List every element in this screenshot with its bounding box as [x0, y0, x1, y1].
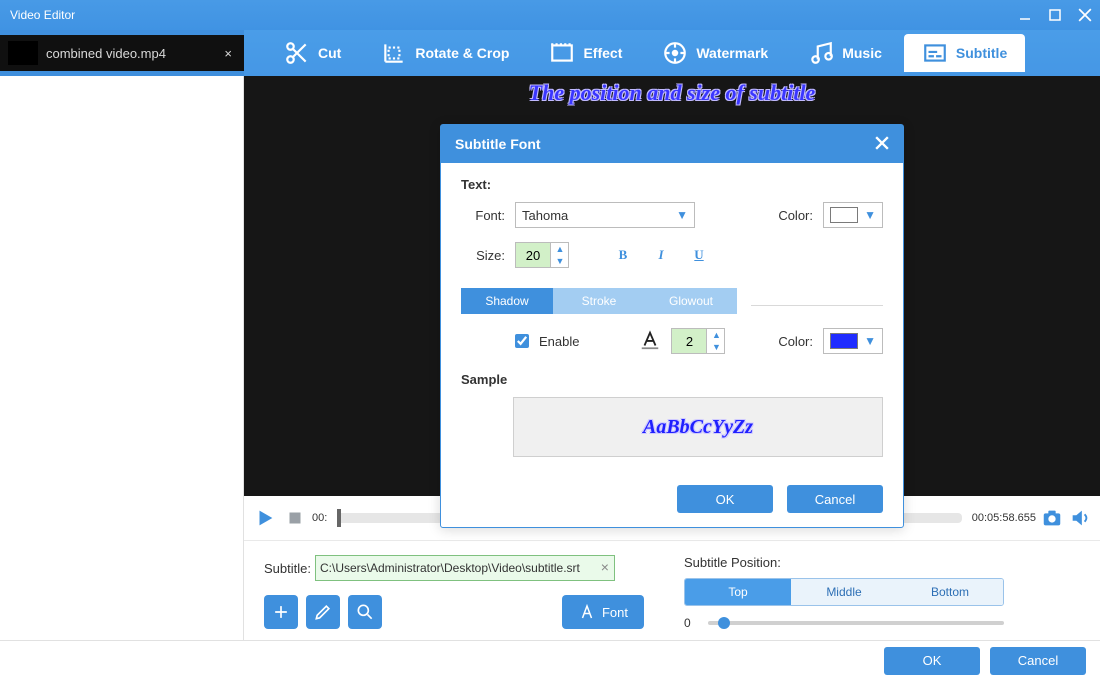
- text-color-dropdown[interactable]: ▼: [823, 202, 883, 228]
- chevron-down-icon: ▼: [864, 334, 876, 348]
- tab-rotate-crop[interactable]: Rotate & Crop: [363, 34, 527, 72]
- shadow-offset-input[interactable]: [672, 329, 706, 353]
- watermark-icon: [662, 40, 688, 66]
- shadow-offset-icon: [639, 329, 661, 354]
- minimize-button[interactable]: [1010, 0, 1040, 30]
- shadow-offset-spinner[interactable]: ▲ ▼: [671, 328, 725, 354]
- size-input[interactable]: [516, 243, 550, 267]
- size-label: Size:: [461, 248, 505, 263]
- font-label: Font:: [461, 208, 505, 223]
- modal-cancel-button[interactable]: Cancel: [787, 485, 883, 513]
- tab-subtitle[interactable]: Subtitle: [904, 34, 1025, 72]
- effect-glowout-tab[interactable]: Glowout: [645, 288, 737, 314]
- tab-cut[interactable]: Cut: [266, 34, 359, 72]
- sample-label: Sample: [461, 372, 883, 387]
- italic-button[interactable]: I: [647, 242, 675, 268]
- side-panel: [0, 76, 244, 640]
- modal-ok-button[interactable]: OK: [677, 485, 773, 513]
- modal-title-bar: Subtitle Font: [441, 125, 903, 163]
- scissors-icon: [284, 40, 310, 66]
- divider: [751, 305, 883, 306]
- title-bar: Video Editor: [0, 0, 1100, 30]
- cancel-button[interactable]: Cancel: [990, 647, 1086, 675]
- sample-text: AaBbCcYyZz: [643, 416, 753, 439]
- modal-title: Subtitle Font: [455, 136, 541, 152]
- text-color-label: Color:: [769, 208, 813, 223]
- ok-button[interactable]: OK: [884, 647, 980, 675]
- file-thumb: [8, 41, 38, 65]
- file-tab[interactable]: combined video.mp4 ×: [0, 35, 244, 71]
- effect-shadow-tab[interactable]: Shadow: [461, 288, 553, 314]
- modal-overlay: Subtitle Font Text: Font: Tahoma ▼ Color…: [244, 76, 1100, 640]
- bold-button[interactable]: B: [609, 242, 637, 268]
- size-spinner[interactable]: ▲ ▼: [515, 242, 569, 268]
- tab-music[interactable]: Music: [790, 34, 900, 72]
- modal-close-button[interactable]: [875, 136, 889, 153]
- file-tab-label: combined video.mp4: [46, 46, 220, 61]
- subtitle-icon: [922, 40, 948, 66]
- shadow-up-button[interactable]: ▲: [707, 329, 725, 341]
- underline-button[interactable]: U: [685, 242, 713, 268]
- tab-watermark[interactable]: Watermark: [644, 34, 786, 72]
- size-up-button[interactable]: ▲: [551, 243, 569, 255]
- subtitle-font-modal: Subtitle Font Text: Font: Tahoma ▼ Color…: [440, 124, 904, 528]
- close-button[interactable]: [1070, 0, 1100, 30]
- music-icon: [808, 40, 834, 66]
- shadow-down-button[interactable]: ▼: [707, 341, 725, 353]
- rotate-crop-icon: [381, 40, 407, 66]
- tab-effect[interactable]: Effect: [531, 34, 640, 72]
- shadow-color-swatch: [830, 333, 858, 349]
- effect-stroke-tab[interactable]: Stroke: [553, 288, 645, 314]
- chevron-down-icon: ▼: [864, 208, 876, 222]
- chevron-down-icon: ▼: [676, 208, 688, 222]
- font-dropdown[interactable]: Tahoma ▼: [515, 202, 695, 228]
- enable-checkbox[interactable]: [515, 334, 529, 348]
- maximize-button[interactable]: [1040, 0, 1070, 30]
- enable-label: Enable: [539, 334, 579, 349]
- file-tab-close-icon[interactable]: ×: [220, 46, 236, 61]
- bottom-bar: OK Cancel: [0, 640, 1100, 680]
- shadow-color-label: Color:: [769, 334, 813, 349]
- text-color-swatch: [830, 207, 858, 223]
- window-title: Video Editor: [10, 8, 75, 22]
- sample-preview: AaBbCcYyZz: [513, 397, 883, 457]
- text-section-label: Text:: [461, 177, 883, 192]
- effect-icon: [549, 40, 575, 66]
- main-toolbar: combined video.mp4 × Cut Rotate & Crop E…: [0, 30, 1100, 76]
- shadow-color-dropdown[interactable]: ▼: [823, 328, 883, 354]
- size-down-button[interactable]: ▼: [551, 255, 569, 267]
